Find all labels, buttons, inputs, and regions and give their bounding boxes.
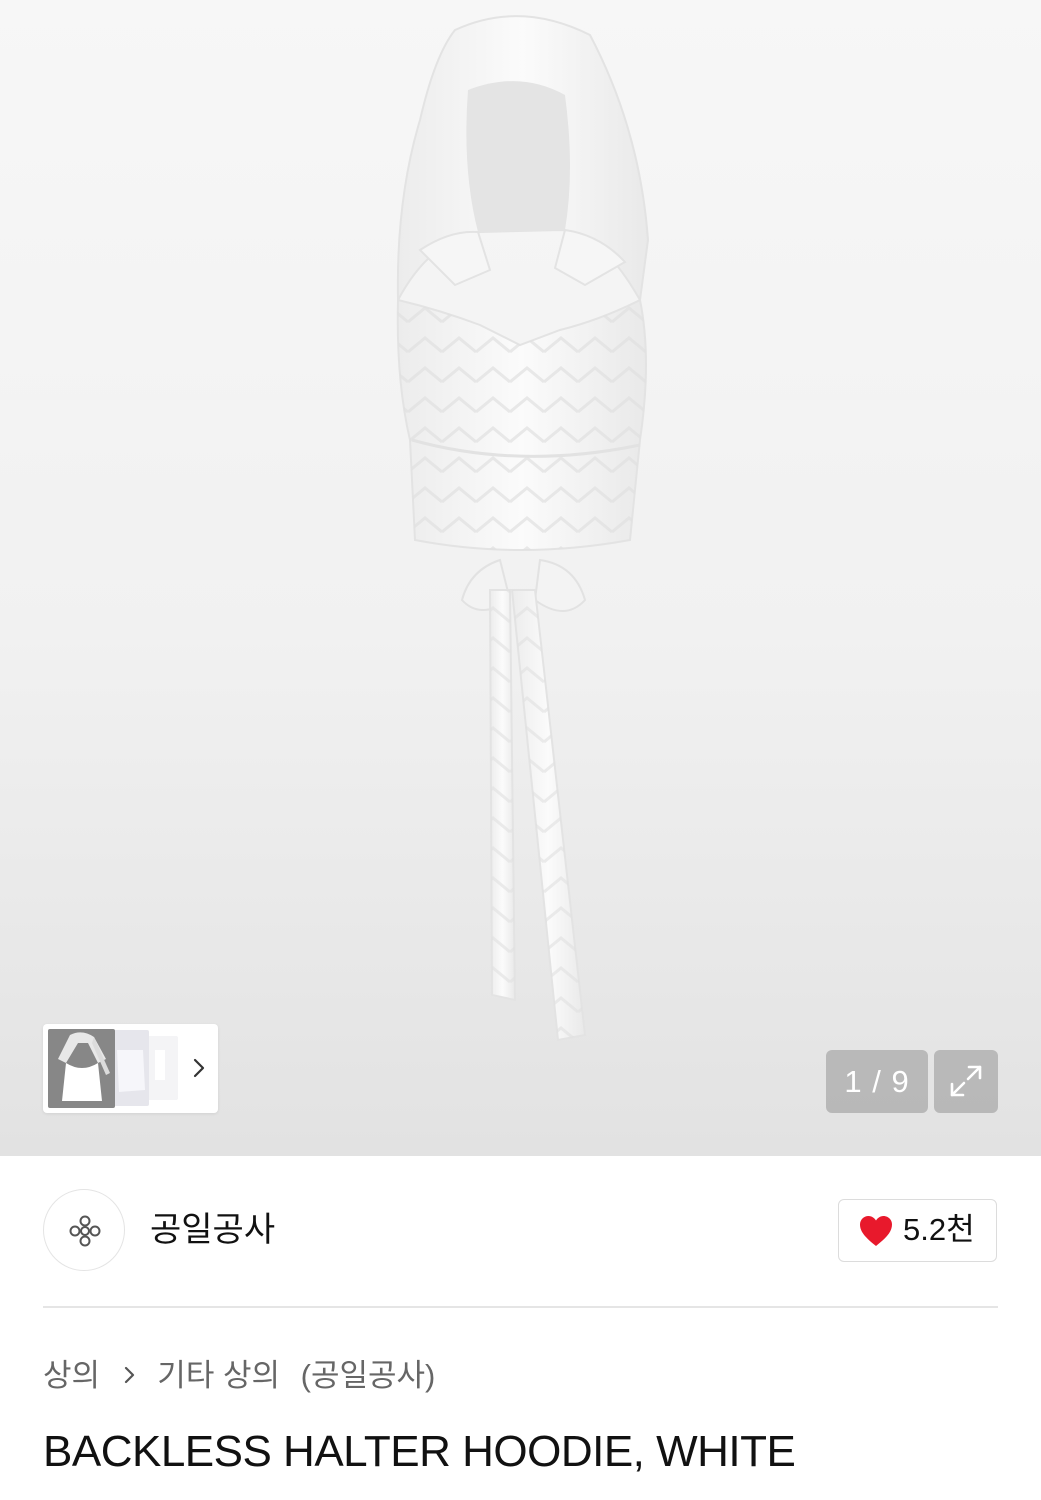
image-counter: 1 / 9	[826, 1050, 928, 1113]
brand-logo[interactable]	[43, 1189, 125, 1271]
thumbnail-2[interactable]	[113, 1030, 149, 1106]
section-divider	[43, 1306, 998, 1308]
thumbnail-1[interactable]	[48, 1029, 115, 1108]
product-image-gallery[interactable]: 1 / 9	[0, 0, 1041, 1156]
breadcrumb-brand[interactable]: (공일공사)	[301, 1356, 436, 1396]
chevron-right-icon[interactable]	[189, 1054, 209, 1082]
heart-icon	[860, 1216, 892, 1246]
product-detail-page: 1 / 9 공일공사 5.2천 상의 기타 상의 (공일공사) BACKLESS…	[0, 0, 1041, 1500]
counter-total: 9	[891, 1064, 910, 1099]
thumbnail-strip[interactable]	[43, 1024, 218, 1113]
product-photo	[396, 15, 650, 1042]
thumbnail-3[interactable]	[145, 1036, 178, 1100]
like-count: 5.2천	[903, 1212, 975, 1247]
breadcrumb-category[interactable]: 상의	[43, 1356, 100, 1396]
expand-diagonal-icon	[950, 1065, 982, 1097]
chevron-right-icon	[123, 1356, 137, 1396]
like-button[interactable]: 5.2천	[838, 1199, 997, 1262]
breadcrumb: 상의 기타 상의 (공일공사)	[43, 1354, 435, 1394]
counter-current: 1	[844, 1064, 863, 1099]
fullscreen-button[interactable]	[934, 1050, 998, 1113]
product-title: BACKLESS HALTER HOODIE, WHITE	[43, 1427, 796, 1476]
breadcrumb-subcategory[interactable]: 기타 상의	[157, 1356, 280, 1396]
brand-name-link[interactable]: 공일공사	[150, 1208, 275, 1252]
brand-emblem-icon	[69, 1215, 101, 1247]
counter-separator: /	[872, 1064, 882, 1099]
